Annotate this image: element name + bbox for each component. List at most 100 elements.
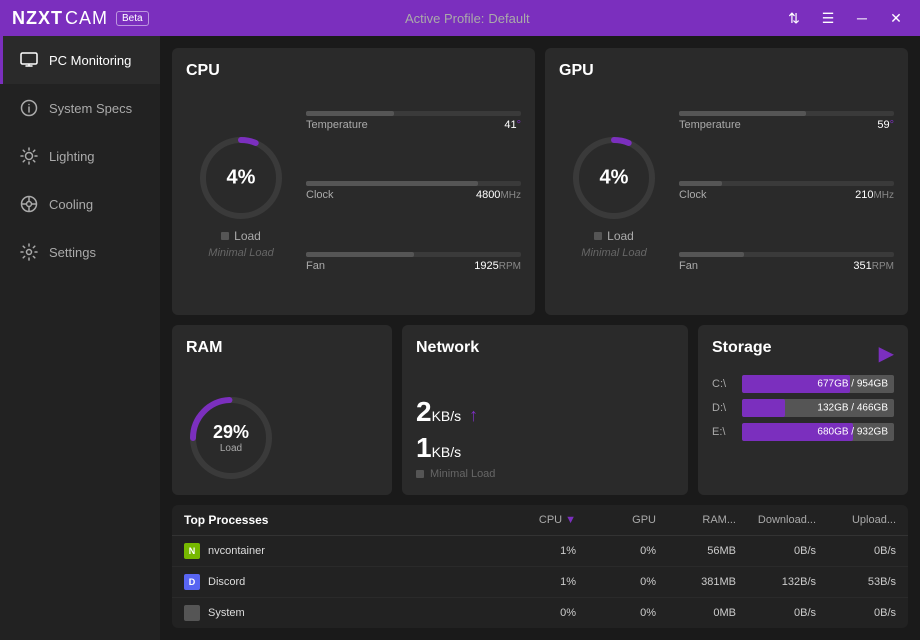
proc-name-nvcontainer: N nvcontainer [184,543,496,559]
gpu-stats: Temperature 59° Clock 210MHz [679,90,894,301]
storage-drive-e: E:\ 680GB / 932GB [712,423,894,441]
ram-inner: 29% Load [186,367,378,509]
network-card: Network 2KB/s ↑ 1KB/s [402,325,688,495]
window-controls: ⇅ ☰ ─ ✕ [782,6,908,30]
info-icon [19,98,39,118]
upload-arrow-icon: ↑ [469,405,478,426]
cpu-card: CPU 4% Load [172,48,535,315]
processes-section: Top Processes CPU ▼ GPU RAM... Download.… [172,505,908,628]
minimize-button[interactable]: ─ [850,6,874,30]
gpu-load-label: Load [594,229,634,243]
cpu-title: CPU [186,62,521,80]
cpu-load-label: Load [221,229,261,243]
proc-ram-0: 56MB [656,545,736,557]
top-row: CPU 4% Load [172,48,908,315]
proc-ram-2: 0MB [656,607,736,619]
cpu-load-dot [221,232,229,240]
proc-name-system: System [184,605,496,621]
cpu-gauge: 4% [196,133,286,223]
cpu-fan-row: Fan 1925RPM [306,252,521,272]
cpu-clock-row: Clock 4800MHz [306,181,521,201]
gpu-card: GPU 4% Load [545,48,908,315]
proc-ul-0: 0B/s [816,545,896,557]
profile-switch-button[interactable]: ⇅ [782,6,806,30]
drive-e-value: 680GB / 932GB [817,427,888,438]
drive-d-label: D:\ [712,402,736,414]
gpu-title: GPU [559,62,894,80]
proc-cpu-0: 1% [496,545,576,557]
storage-expand-button[interactable]: ▶ [879,341,894,366]
table-row: D Discord 1% 0% 381MB 132B/s 53B/s [172,567,908,598]
table-row: N nvcontainer 1% 0% 56MB 0B/s 0B/s [172,536,908,567]
sun-icon [19,146,39,166]
titlebar: NZXTCAM Beta Active Profile:Default ⇅ ☰ … [0,0,920,36]
middle-row: RAM 29% Load Network [172,325,908,495]
download-speed: 2KB/s [416,396,461,428]
proc-gpu-1: 0% [576,576,656,588]
ram-gauge-text: 29% Load [213,422,249,454]
ram-gauge: 29% Load [186,393,276,483]
app-logo: NZXTCAM [12,8,108,29]
drive-c-bar: 677GB / 954GB [742,375,894,393]
storage-title: Storage [712,339,772,357]
upload-speed: 1KB/s [416,432,461,464]
proc-gpu-0: 0% [576,545,656,557]
sidebar-label-pc-monitoring: PC Monitoring [49,53,131,68]
sidebar-item-lighting[interactable]: Lighting [0,132,160,180]
proc-name-discord: D Discord [184,574,496,590]
processes-title: Top Processes [184,513,496,527]
proc-dl-0: 0B/s [736,545,816,557]
sidebar-item-settings[interactable]: Settings [0,228,160,276]
drive-c-value: 677GB / 954GB [817,379,888,390]
gpu-minimal-load: Minimal Load [581,247,646,259]
proc-ram-1: 381MB [656,576,736,588]
sort-arrow-icon: ▼ [565,514,576,526]
sidebar-item-pc-monitoring[interactable]: PC Monitoring [0,36,160,84]
proc-dl-1: 132B/s [736,576,816,588]
close-button[interactable]: ✕ [884,6,908,30]
cpu-temperature-row: Temperature 41° [306,111,521,131]
sidebar-label-settings: Settings [49,245,96,260]
app-body: PC Monitoring System Specs [0,36,920,640]
active-profile: Active Profile:Default [149,11,782,26]
col-gpu: GPU [576,513,656,527]
drive-c-label: C:\ [712,378,736,390]
sidebar: PC Monitoring System Specs [0,36,160,640]
network-minimal-load: Minimal Load [416,468,674,480]
cpu-percent: 4% [227,166,256,189]
cooling-icon [19,194,39,214]
drive-d-value: 132GB / 466GB [817,403,888,414]
processes-header: Top Processes CPU ▼ GPU RAM... Download.… [172,505,908,536]
proc-cpu-2: 0% [496,607,576,619]
storage-card: Storage ▶ C:\ 677GB / 954GB D:\ [698,325,908,495]
proc-cpu-1: 1% [496,576,576,588]
beta-badge: Beta [116,11,149,26]
col-download: Download... [736,513,816,527]
gpu-percent: 4% [600,166,629,189]
sidebar-label-system-specs: System Specs [49,101,132,116]
network-inner: 2KB/s ↑ 1KB/s Minimal Load [416,367,674,509]
gear-icon [19,242,39,262]
storage-header: Storage ▶ [712,339,894,367]
gpu-gauge: 4% [569,133,659,223]
menu-button[interactable]: ☰ [816,6,840,30]
sidebar-label-lighting: Lighting [49,149,95,164]
cpu-stats: Temperature 41° Clock 4800MHz [306,90,521,301]
table-row: System 0% 0% 0MB 0B/s 0B/s [172,598,908,628]
sidebar-label-cooling: Cooling [49,197,93,212]
monitor-icon [19,50,39,70]
network-title: Network [416,339,674,357]
sidebar-item-cooling[interactable]: Cooling [0,180,160,228]
gpu-load-dot [594,232,602,240]
gpu-gauge-container: 4% Load Minimal Load [559,90,669,301]
sidebar-item-system-specs[interactable]: System Specs [0,84,160,132]
col-upload: Upload... [816,513,896,527]
cpu-gauge-container: 4% Load Minimal Load [186,90,296,301]
proc-gpu-2: 0% [576,607,656,619]
col-ram: RAM... [656,513,736,527]
gpu-fan-row: Fan 351RPM [679,252,894,272]
drive-e-bar: 680GB / 932GB [742,423,894,441]
storage-drive-d: D:\ 132GB / 466GB [712,399,894,417]
gpu-temperature-row: Temperature 59° [679,111,894,131]
drive-d-bar: 132GB / 466GB [742,399,894,417]
